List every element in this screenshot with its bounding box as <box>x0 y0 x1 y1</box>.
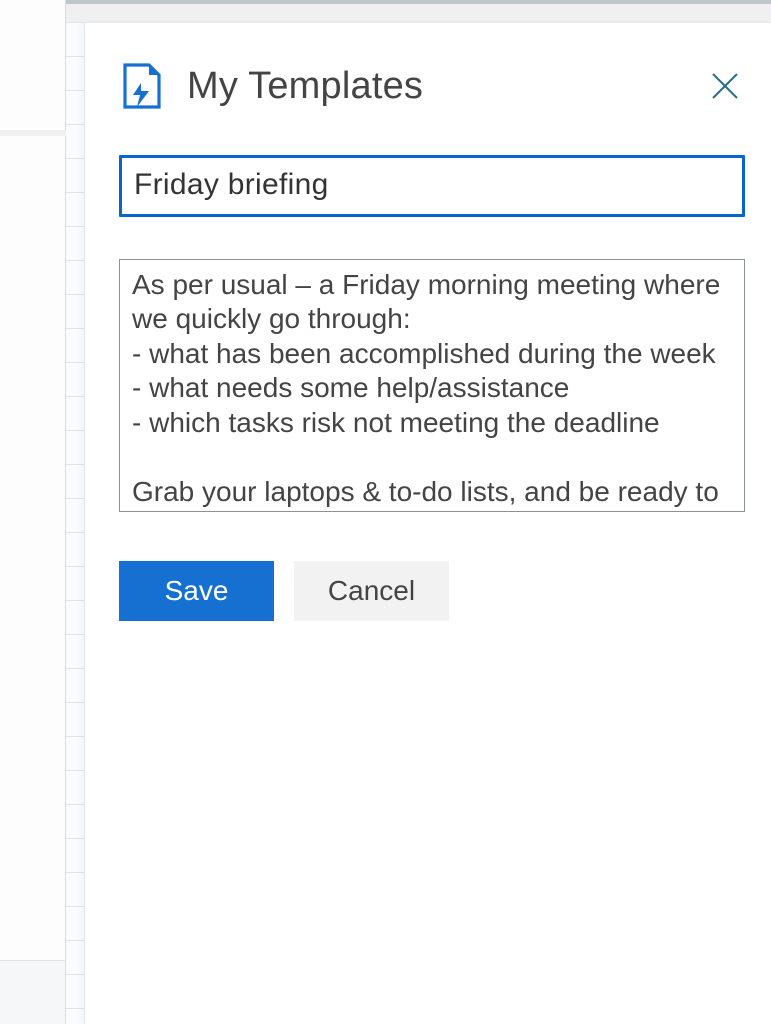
window-top-border <box>0 0 771 4</box>
my-templates-pane: My Templates Save Cancel <box>84 22 771 1024</box>
templates-icon <box>119 61 169 111</box>
app-left-divider <box>0 130 66 136</box>
pane-header: My Templates <box>119 61 745 111</box>
template-title-input[interactable] <box>119 155 745 217</box>
app-grid-hint <box>66 22 84 1024</box>
cancel-button[interactable]: Cancel <box>294 561 449 621</box>
close-button[interactable] <box>705 66 745 106</box>
app-left-footer <box>0 960 66 1024</box>
button-row: Save Cancel <box>119 561 745 621</box>
app-left-strip <box>0 0 66 1024</box>
save-button[interactable]: Save <box>119 561 274 621</box>
template-body-textarea[interactable] <box>119 259 745 512</box>
pane-title: My Templates <box>187 65 423 108</box>
pane-title-wrap: My Templates <box>119 61 423 111</box>
close-icon <box>711 72 739 100</box>
